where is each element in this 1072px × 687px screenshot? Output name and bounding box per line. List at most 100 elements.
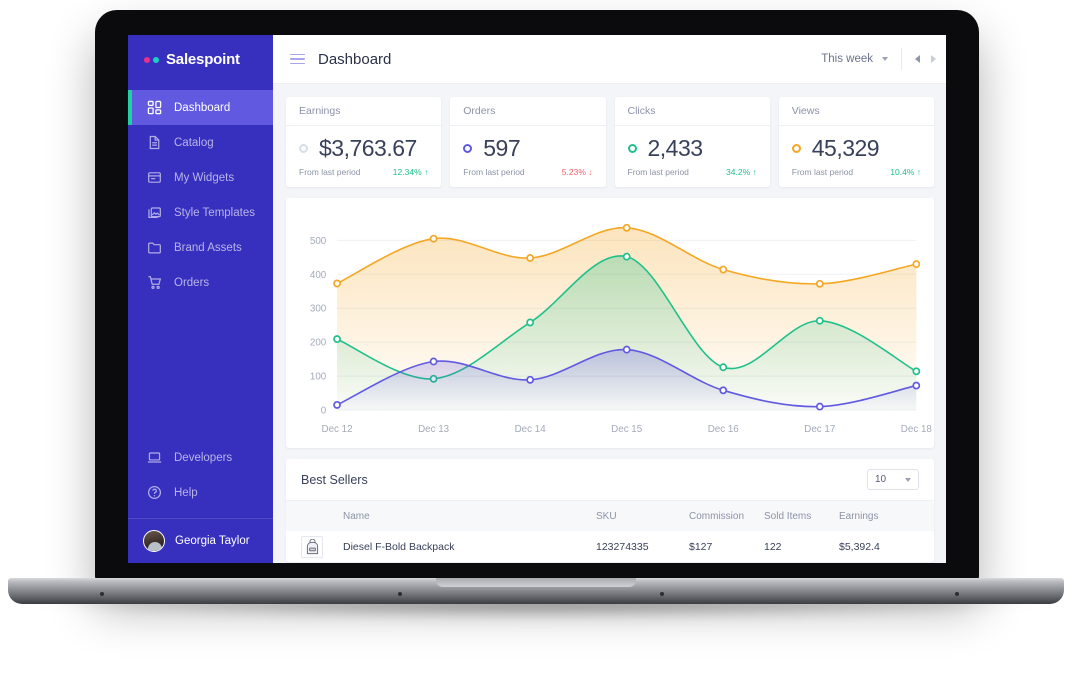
laptop-base-notch bbox=[436, 578, 636, 587]
brand-name: Salespoint bbox=[166, 51, 240, 68]
x-axis-tick-label: Dec 16 bbox=[708, 424, 740, 435]
sidebar-item-my-widgets[interactable]: My Widgets bbox=[128, 160, 273, 195]
x-axis-tick-label: Dec 13 bbox=[418, 424, 450, 435]
sidebar-item-label: Help bbox=[174, 486, 198, 499]
data-point bbox=[719, 265, 728, 274]
brand-logo[interactable]: Salespoint bbox=[128, 35, 273, 84]
sidebar-item-style-templates[interactable]: Style Templates bbox=[128, 195, 273, 230]
main-area: Dashboard This week Earnings $3,763.67 F… bbox=[273, 35, 946, 563]
x-axis-tick-label: Dec 18 bbox=[901, 424, 933, 435]
x-axis-tick-label: Dec 14 bbox=[515, 424, 547, 435]
stat-value: 597 bbox=[483, 135, 521, 161]
status-marker-icon bbox=[299, 144, 308, 153]
images-icon bbox=[148, 207, 161, 218]
stat-card-orders: Orders 597 From last period 5.23% ↓ bbox=[450, 97, 606, 187]
y-axis-tick-label: 200 bbox=[310, 338, 327, 349]
page-size-select[interactable]: 10 bbox=[867, 469, 919, 490]
sidebar-item-orders[interactable]: Orders bbox=[128, 265, 273, 300]
stat-subtitle: From last period bbox=[627, 167, 689, 177]
column-header-sold-items: Sold Items bbox=[764, 510, 812, 522]
data-point bbox=[333, 279, 341, 288]
data-point bbox=[815, 316, 824, 325]
x-axis-tick-label: Dec 12 bbox=[322, 424, 353, 435]
column-header-sku: SKU bbox=[596, 510, 617, 522]
topbar-divider bbox=[901, 48, 902, 70]
logo-dots-icon bbox=[144, 56, 159, 63]
data-point bbox=[815, 402, 824, 411]
best-sellers-header: Best Sellers 10 bbox=[286, 459, 934, 501]
topbar: Dashboard This week bbox=[273, 35, 946, 84]
stat-title: Clicks bbox=[614, 97, 770, 126]
stat-card-earnings: Earnings $3,763.67 From last period 12.3… bbox=[286, 97, 442, 187]
data-point bbox=[429, 234, 438, 243]
sidebar-bottom-nav: Developers Help Georgia Taylor bbox=[128, 440, 273, 563]
data-point bbox=[333, 400, 341, 409]
sidebar-item-catalog[interactable]: Catalog bbox=[128, 125, 273, 160]
grid-icon bbox=[147, 100, 162, 115]
best-sellers-title: Best Sellers bbox=[301, 472, 368, 487]
stat-value: 2,433 bbox=[647, 135, 704, 161]
data-point bbox=[333, 335, 341, 344]
y-axis-tick-label: 300 bbox=[310, 304, 327, 315]
stat-delta: 5.23% ↓ bbox=[561, 167, 593, 177]
sidebar-item-label: Dashboard bbox=[174, 101, 231, 114]
stat-subtitle: From last period bbox=[463, 167, 525, 177]
laptop-screen: Salespoint Dashboard Catalog My Widgets … bbox=[128, 35, 946, 563]
page-size-value: 10 bbox=[875, 474, 887, 485]
sidebar-item-help[interactable]: Help bbox=[128, 475, 273, 510]
stat-card-clicks: Clicks 2,433 From last period 34.2% ↑ bbox=[614, 97, 770, 187]
folder-icon bbox=[148, 242, 161, 254]
laptop-icon bbox=[147, 452, 162, 463]
column-header-earnings: Earnings bbox=[839, 510, 879, 522]
data-point bbox=[912, 381, 921, 390]
cell-name: Diesel F-Bold Backpack bbox=[343, 540, 455, 553]
data-point bbox=[622, 252, 631, 261]
stat-delta: 34.2% ↑ bbox=[726, 167, 757, 177]
data-point bbox=[912, 367, 921, 376]
stat-cards: Earnings $3,763.67 From last period 12.3… bbox=[286, 97, 934, 187]
dashboard-content: Earnings $3,763.67 From last period 12.3… bbox=[273, 84, 946, 563]
period-selector[interactable]: This week bbox=[821, 53, 888, 65]
backpack-thumbnail-icon bbox=[301, 535, 323, 558]
table-row[interactable]: Diesel F-Bold Backpack 123274335 $127 12… bbox=[286, 531, 934, 562]
sidebar-item-label: My Widgets bbox=[174, 171, 235, 184]
sidebar-nav: Dashboard Catalog My Widgets Style Templ… bbox=[128, 84, 273, 300]
dashboard-app: Salespoint Dashboard Catalog My Widgets … bbox=[128, 35, 946, 563]
data-point bbox=[526, 318, 535, 327]
stat-value: 45,329 bbox=[811, 135, 880, 161]
stat-subtitle: From last period bbox=[791, 167, 854, 177]
sidebar-item-brand-assets[interactable]: Brand Assets bbox=[128, 230, 273, 265]
trend-chart-card: 0 100 200 300 400 500 Dec 12 Dec 13 Dec 14 Dec 15… bbox=[286, 198, 934, 448]
document-icon bbox=[149, 135, 160, 150]
sidebar-item-dashboard[interactable]: Dashboard bbox=[128, 90, 273, 125]
stat-subtitle: From last period bbox=[299, 167, 361, 177]
sidebar-user[interactable]: Georgia Taylor bbox=[128, 519, 273, 563]
area-chart: 0 100 200 300 400 500 Dec 12 Dec 13 Dec 14 Dec 15… bbox=[310, 223, 933, 435]
cart-icon bbox=[148, 276, 162, 290]
hamburger-icon[interactable] bbox=[290, 53, 305, 65]
sidebar-item-label: Brand Assets bbox=[174, 241, 242, 254]
period-label: This week bbox=[821, 53, 873, 65]
stat-title: Orders bbox=[450, 97, 606, 126]
status-marker-icon bbox=[791, 144, 801, 153]
cell-sold-items: 122 bbox=[764, 540, 782, 553]
sidebar-item-developers[interactable]: Developers bbox=[128, 440, 273, 475]
chevron-down-icon bbox=[882, 57, 888, 61]
question-circle-icon bbox=[147, 485, 162, 500]
stat-delta: 12.34% ↑ bbox=[392, 167, 429, 177]
page-title: Dashboard bbox=[318, 50, 392, 68]
column-header-name: Name bbox=[343, 510, 370, 522]
data-point bbox=[429, 357, 438, 366]
prev-period-button[interactable] bbox=[915, 55, 920, 63]
sidebar: Salespoint Dashboard Catalog My Widgets … bbox=[128, 35, 273, 563]
best-sellers-card: Best Sellers 10 Name SKU Commission Sold… bbox=[286, 459, 934, 562]
sidebar-item-label: Developers bbox=[174, 451, 233, 464]
stat-title: Views bbox=[778, 97, 934, 126]
data-point bbox=[815, 279, 824, 288]
topbar-actions: This week bbox=[821, 35, 946, 83]
y-axis-tick-label: 100 bbox=[310, 371, 327, 382]
cell-earnings: $5,392.4 bbox=[839, 540, 880, 553]
x-axis-tick-label: Dec 17 bbox=[804, 424, 835, 435]
next-period-button[interactable] bbox=[931, 55, 936, 63]
data-point bbox=[622, 223, 631, 232]
